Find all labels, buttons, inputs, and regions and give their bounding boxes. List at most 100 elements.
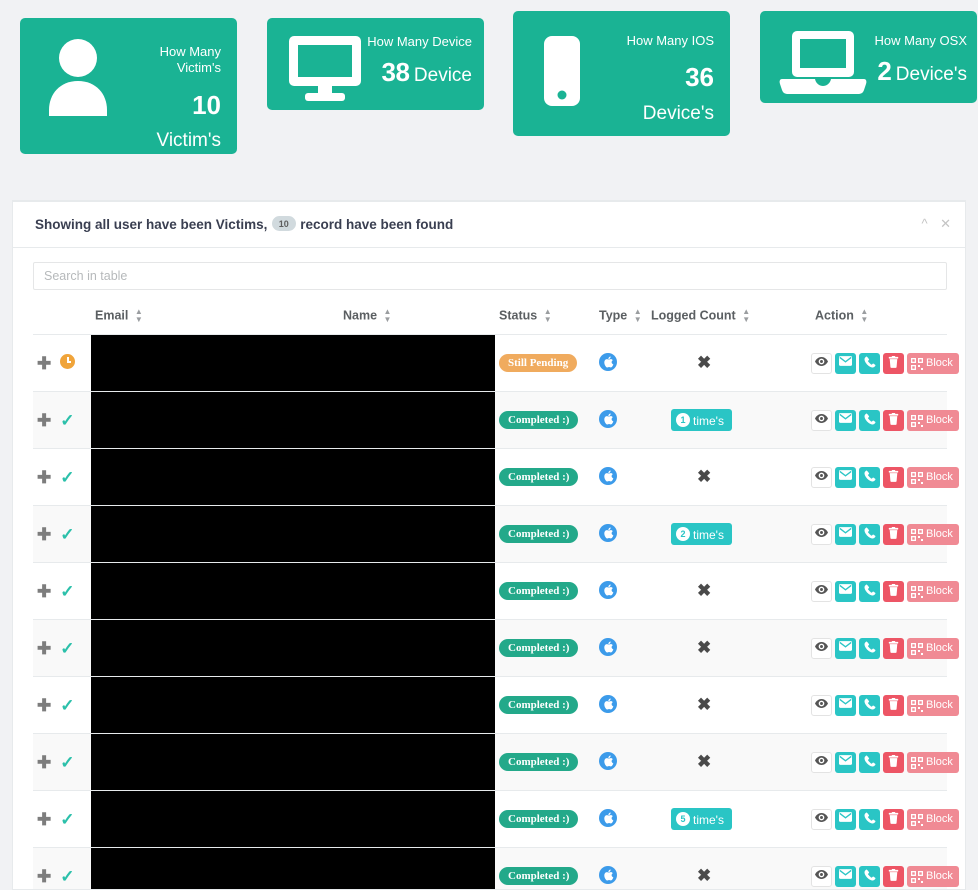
- sort-icon[interactable]: ▲▼: [384, 308, 392, 324]
- view-button[interactable]: [811, 752, 832, 773]
- delete-button[interactable]: [883, 524, 904, 545]
- apple-icon: [599, 353, 617, 371]
- cell-logged-count: 1time's: [647, 392, 775, 449]
- table-row[interactable]: ✚✓Completed :)✖Block: [33, 620, 947, 677]
- expand-row-button[interactable]: ✚: [37, 583, 51, 600]
- block-button[interactable]: Block: [907, 410, 959, 431]
- email-button[interactable]: [835, 752, 856, 773]
- expand-row-button[interactable]: ✚: [37, 526, 51, 543]
- view-button[interactable]: [811, 524, 832, 545]
- block-button[interactable]: Block: [907, 581, 959, 602]
- email-button[interactable]: [835, 809, 856, 830]
- col-header-name[interactable]: Name ▲▼: [339, 304, 495, 335]
- sort-icon[interactable]: ▲▼: [544, 308, 552, 324]
- delete-button[interactable]: [883, 410, 904, 431]
- email-button[interactable]: [835, 467, 856, 488]
- call-button[interactable]: [859, 638, 880, 659]
- stat-card-osx[interactable]: How Many OSX 2 Device's: [760, 11, 977, 103]
- delete-button[interactable]: [883, 752, 904, 773]
- email-button[interactable]: [835, 581, 856, 602]
- table-row[interactable]: ✚Still Pending✖Block: [33, 335, 947, 392]
- search-input[interactable]: [33, 262, 947, 290]
- view-button[interactable]: [811, 581, 832, 602]
- delete-button[interactable]: [883, 695, 904, 716]
- block-button[interactable]: Block: [907, 752, 959, 773]
- block-button[interactable]: Block: [907, 353, 959, 374]
- stat-card-device[interactable]: How Many Device 38 Device: [267, 18, 484, 110]
- delete-button[interactable]: [883, 467, 904, 488]
- delete-button[interactable]: [883, 809, 904, 830]
- block-button[interactable]: Block: [907, 866, 959, 887]
- table-row[interactable]: ✚✓Completed :)✖Block: [33, 677, 947, 734]
- col-header-status[interactable]: Status ▲▼: [495, 304, 595, 335]
- cell-expand: ✚✓: [33, 734, 91, 791]
- cell-status: Completed :): [495, 563, 595, 620]
- col-header-logged-count[interactable]: Logged Count ▲▼: [647, 304, 775, 335]
- expand-row-button[interactable]: ✚: [37, 469, 51, 486]
- block-button[interactable]: Block: [907, 695, 959, 716]
- expand-row-button[interactable]: ✚: [37, 697, 51, 714]
- view-button[interactable]: [811, 410, 832, 431]
- call-button[interactable]: [859, 410, 880, 431]
- block-button[interactable]: Block: [907, 809, 959, 830]
- block-button[interactable]: Block: [907, 524, 959, 545]
- chevron-up-icon[interactable]: ^: [922, 216, 928, 231]
- stat-card-osx-value: 2: [877, 56, 891, 86]
- check-icon: ✓: [60, 697, 74, 714]
- view-button[interactable]: [811, 467, 832, 488]
- table-row[interactable]: ✚✓Completed :)✖Block: [33, 563, 947, 620]
- col-header-type[interactable]: Type ▲▼: [595, 304, 647, 335]
- delete-button[interactable]: [883, 638, 904, 659]
- call-button[interactable]: [859, 809, 880, 830]
- call-button[interactable]: [859, 752, 880, 773]
- table-row[interactable]: ✚✓Completed :)✖Block: [33, 848, 947, 890]
- cell-logged-count: ✖: [647, 563, 775, 620]
- close-icon[interactable]: ✕: [940, 216, 951, 232]
- redacted-email: [91, 563, 339, 619]
- sort-icon[interactable]: ▲▼: [860, 308, 868, 324]
- logged-count-number: 2: [676, 527, 690, 541]
- stat-card-victims[interactable]: How Many Victim's 10 Victim's: [20, 18, 237, 154]
- call-button[interactable]: [859, 467, 880, 488]
- call-button[interactable]: [859, 581, 880, 602]
- col-header-status-label: Status: [499, 308, 537, 322]
- sort-icon[interactable]: ▲▼: [742, 308, 750, 324]
- call-button[interactable]: [859, 353, 880, 374]
- sort-icon[interactable]: ▲▼: [135, 308, 143, 324]
- expand-row-button[interactable]: ✚: [37, 640, 51, 657]
- block-button[interactable]: Block: [907, 467, 959, 488]
- delete-button[interactable]: [883, 353, 904, 374]
- email-button[interactable]: [835, 410, 856, 431]
- stat-card-ios[interactable]: How Many IOS 36 Device's: [513, 11, 730, 136]
- table-row[interactable]: ✚✓Completed :)5time'sBlock: [33, 791, 947, 848]
- expand-row-button[interactable]: ✚: [37, 811, 51, 828]
- email-button[interactable]: [835, 353, 856, 374]
- redacted-email: [91, 449, 339, 505]
- view-button[interactable]: [811, 638, 832, 659]
- call-button[interactable]: [859, 866, 880, 887]
- email-button[interactable]: [835, 695, 856, 716]
- col-header-action[interactable]: Action ▲▼: [775, 304, 947, 335]
- expand-row-button[interactable]: ✚: [37, 412, 51, 429]
- table-row[interactable]: ✚✓Completed :)1time'sBlock: [33, 392, 947, 449]
- table-row[interactable]: ✚✓Completed :)✖Block: [33, 734, 947, 791]
- expand-row-button[interactable]: ✚: [37, 868, 51, 885]
- email-button[interactable]: [835, 638, 856, 659]
- view-button[interactable]: [811, 695, 832, 716]
- call-button[interactable]: [859, 524, 880, 545]
- expand-row-button[interactable]: ✚: [37, 754, 51, 771]
- view-button[interactable]: [811, 353, 832, 374]
- email-button[interactable]: [835, 866, 856, 887]
- col-header-email[interactable]: Email ▲▼: [91, 304, 339, 335]
- block-button[interactable]: Block: [907, 638, 959, 659]
- table-row[interactable]: ✚✓Completed :)✖Block: [33, 449, 947, 506]
- view-button[interactable]: [811, 866, 832, 887]
- delete-button[interactable]: [883, 866, 904, 887]
- table-row[interactable]: ✚✓Completed :)2time'sBlock: [33, 506, 947, 563]
- view-button[interactable]: [811, 809, 832, 830]
- call-button[interactable]: [859, 695, 880, 716]
- sort-icon[interactable]: ▲▼: [634, 308, 642, 324]
- expand-row-button[interactable]: ✚: [37, 355, 51, 372]
- delete-button[interactable]: [883, 581, 904, 602]
- email-button[interactable]: [835, 524, 856, 545]
